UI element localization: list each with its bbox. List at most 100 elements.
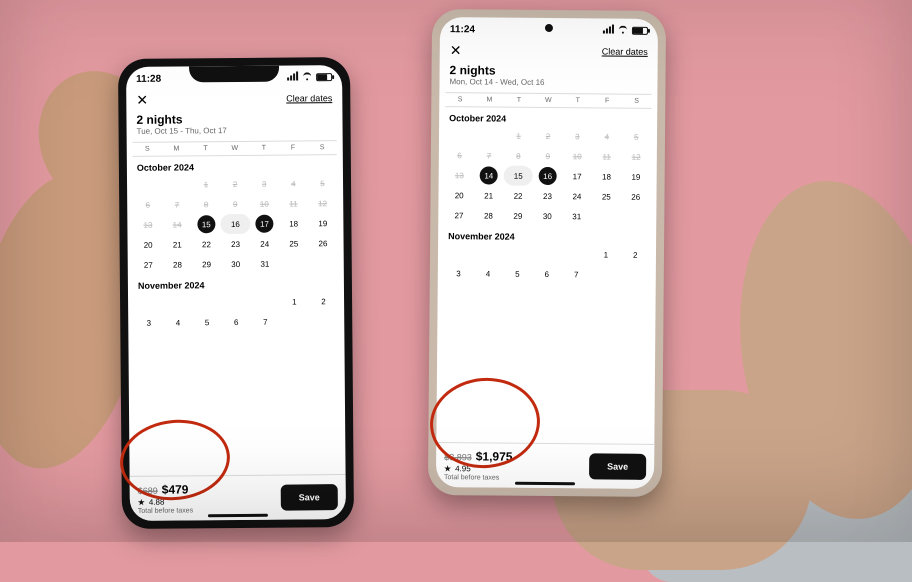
status-time: 11:24 bbox=[450, 24, 475, 35]
calendar-day[interactable]: 24 bbox=[250, 234, 279, 254]
cell-signal-icon bbox=[602, 24, 614, 36]
calendar-day[interactable]: 15 bbox=[503, 166, 533, 186]
calendar-day[interactable]: 3 bbox=[444, 263, 474, 283]
weekday-label: W bbox=[534, 94, 564, 107]
calendar-day[interactable]: 26 bbox=[621, 187, 651, 207]
calendar-day[interactable]: 25 bbox=[279, 233, 308, 253]
weekday-label: T bbox=[249, 142, 278, 155]
calendar-day[interactable]: 20 bbox=[444, 185, 474, 205]
calendar-empty-cell bbox=[134, 293, 163, 313]
calendar-day[interactable]: 6 bbox=[532, 264, 562, 284]
calendar-day: 14 bbox=[162, 214, 191, 234]
weekday-label: F bbox=[278, 141, 307, 154]
calendar-day[interactable]: 26 bbox=[308, 233, 337, 253]
calendar-day[interactable]: 16 bbox=[221, 214, 250, 234]
calendar-day: 11 bbox=[279, 193, 308, 213]
calendar-day[interactable]: 17 bbox=[255, 215, 273, 233]
calendar-day[interactable]: 19 bbox=[621, 167, 651, 187]
calendar-day: 7 bbox=[474, 145, 504, 165]
calendar-day[interactable]: 4 bbox=[163, 312, 192, 332]
month-grid: 1234567891011121314151617181920212223242… bbox=[444, 125, 651, 227]
calendar-day[interactable]: 23 bbox=[533, 186, 563, 206]
calendar-day[interactable]: 25 bbox=[592, 186, 622, 206]
month-label: October 2024 bbox=[127, 155, 343, 175]
calendar-empty-cell bbox=[445, 125, 475, 145]
calendar-day[interactable]: 3 bbox=[134, 313, 163, 333]
calendar-day[interactable]: 19 bbox=[308, 213, 337, 233]
calendar-empty-cell bbox=[221, 292, 250, 312]
calendar-day[interactable]: 7 bbox=[561, 264, 591, 284]
calendar-day[interactable]: 21 bbox=[474, 185, 504, 205]
weekday-label: T bbox=[191, 142, 220, 155]
calendar-day: 4 bbox=[279, 173, 308, 193]
weekday-label: S bbox=[622, 95, 652, 108]
rating-line: 4.95 bbox=[444, 464, 512, 474]
weekday-label: S bbox=[133, 143, 162, 156]
calendar-day: 3 bbox=[250, 174, 279, 194]
calendar-day[interactable]: 27 bbox=[134, 255, 163, 275]
calendar-day[interactable]: 7 bbox=[251, 312, 280, 332]
phone-left: 11:28 ✕ Clear dates 2 nights Tue, Oct 15… bbox=[118, 57, 354, 529]
calendar-day[interactable]: 29 bbox=[503, 206, 533, 226]
nights-title: 2 nights bbox=[126, 107, 342, 127]
calendar-day[interactable]: 18 bbox=[279, 213, 308, 233]
calendar-empty-cell bbox=[444, 243, 474, 263]
calendar-empty-cell bbox=[163, 292, 192, 312]
calendar-day[interactable]: 1 bbox=[591, 244, 621, 264]
calendar-day: 9 bbox=[221, 194, 250, 214]
calendar-day[interactable]: 23 bbox=[221, 234, 250, 254]
save-button[interactable]: Save bbox=[281, 484, 338, 510]
calendar-day[interactable]: 1 bbox=[280, 291, 309, 311]
screen-left: 11:28 ✕ Clear dates 2 nights Tue, Oct 15… bbox=[126, 65, 346, 521]
calendar-day: 12 bbox=[621, 147, 651, 167]
calendar-day[interactable]: 2 bbox=[620, 245, 650, 265]
calendar-day: 2 bbox=[220, 174, 249, 194]
close-icon[interactable]: ✕ bbox=[450, 43, 462, 57]
calendar-day[interactable]: 15 bbox=[197, 215, 215, 233]
calendar-empty-cell bbox=[473, 243, 503, 263]
calendar-day[interactable]: 28 bbox=[474, 205, 504, 225]
calendar-day: 4 bbox=[592, 126, 622, 146]
nights-title: 2 nights bbox=[440, 59, 658, 79]
calendar-day[interactable]: 31 bbox=[562, 206, 592, 226]
calendar-day: 8 bbox=[504, 146, 534, 166]
calendar-day[interactable]: 5 bbox=[503, 264, 533, 284]
calendar-day[interactable]: 30 bbox=[533, 206, 563, 226]
calendar-day[interactable]: 16 bbox=[539, 167, 557, 185]
rating-value: 4.95 bbox=[455, 464, 471, 473]
calendar-day[interactable]: 17 bbox=[562, 166, 592, 186]
home-indicator bbox=[515, 482, 575, 486]
close-icon[interactable]: ✕ bbox=[136, 93, 148, 107]
clear-dates-link[interactable]: Clear dates bbox=[286, 93, 332, 103]
total-label: Total before taxes bbox=[444, 474, 512, 482]
calendar-day[interactable]: 31 bbox=[250, 254, 279, 274]
calendar-day[interactable]: 4 bbox=[473, 263, 503, 283]
calendar-day[interactable]: 5 bbox=[192, 312, 221, 332]
calendar-day: 3 bbox=[563, 126, 593, 146]
calendar-day: 7 bbox=[162, 194, 191, 214]
calendar-day[interactable]: 22 bbox=[192, 234, 221, 254]
calendar-day[interactable]: 20 bbox=[133, 235, 162, 255]
calendar-day[interactable]: 18 bbox=[592, 166, 622, 186]
calendar-day[interactable]: 27 bbox=[444, 205, 474, 225]
total-label: Total before taxes bbox=[138, 507, 193, 514]
clear-dates-link[interactable]: Clear dates bbox=[602, 46, 648, 56]
calendar-day: 10 bbox=[562, 146, 592, 166]
month-grid: 1234567891011121314151617181920212223242… bbox=[133, 173, 338, 275]
calendar-day[interactable]: 21 bbox=[163, 234, 192, 254]
calendar-empty-cell bbox=[532, 244, 562, 264]
weekday-header: SMTWTFS bbox=[133, 140, 337, 157]
weekday-label: M bbox=[162, 142, 191, 155]
calendar-day[interactable]: 14 bbox=[480, 166, 498, 184]
calendar-day[interactable]: 29 bbox=[192, 254, 221, 274]
calendar-day[interactable]: 2 bbox=[309, 291, 338, 311]
save-button[interactable]: Save bbox=[589, 453, 646, 479]
month-label: October 2024 bbox=[439, 107, 657, 127]
calendar-day[interactable]: 30 bbox=[221, 254, 250, 274]
calendar-day[interactable]: 6 bbox=[222, 312, 251, 332]
battery-icon bbox=[316, 73, 332, 81]
calendar-day[interactable]: 22 bbox=[503, 186, 533, 206]
calendar-day[interactable]: 28 bbox=[163, 254, 192, 274]
calendar-day[interactable]: 24 bbox=[562, 186, 592, 206]
current-price: $1,975 bbox=[476, 449, 513, 463]
